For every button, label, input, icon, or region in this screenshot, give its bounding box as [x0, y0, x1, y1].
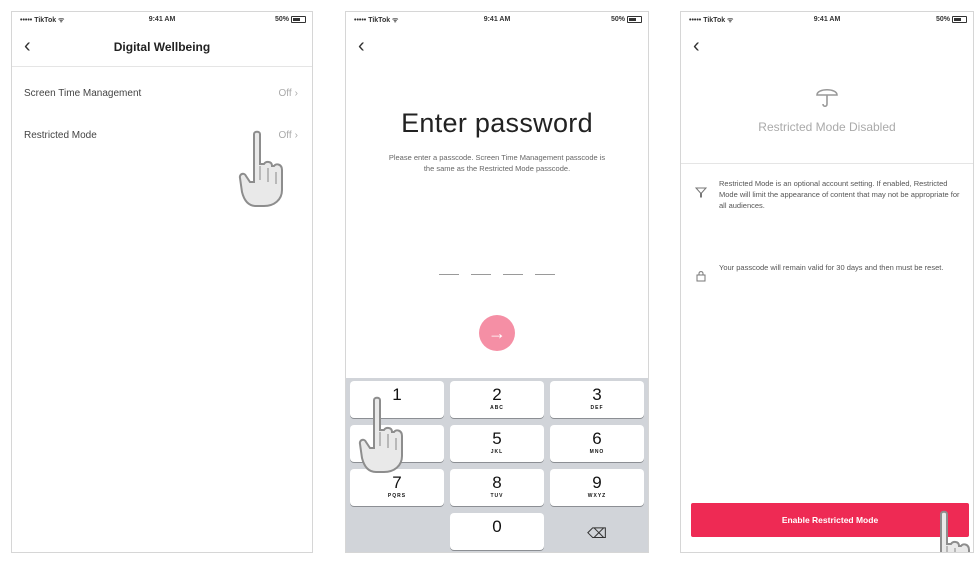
backspace-icon: ⌫ — [587, 525, 607, 541]
row-value: Off › — [278, 88, 299, 99]
passcode-digit-slot — [535, 274, 555, 275]
battery-indicator: 50% — [936, 16, 967, 23]
restricted-mode-status: Restricted Mode Disabled — [758, 120, 896, 134]
restricted-mode-screen: ••••• TikTok ᯤ 9:41 AM 50% ‹ Restricted … — [680, 11, 974, 553]
password-description: Please enter a passcode. Screen Time Man… — [388, 153, 606, 173]
battery-percent: 50% — [610, 16, 625, 23]
pointing-hand-icon — [940, 510, 970, 552]
key-8[interactable]: 8 TUV — [450, 469, 544, 506]
back-button[interactable]: ‹ — [693, 36, 713, 56]
battery-indicator: 50% — [611, 16, 642, 23]
passcode-digit-slot — [471, 274, 491, 275]
battery-percent: 50% — [935, 16, 950, 23]
key-5[interactable]: 5 JKL — [450, 425, 544, 462]
arrow-right-icon: → — [488, 323, 506, 343]
umbrella-icon — [681, 84, 973, 115]
status-time: 9:41 AM — [813, 16, 841, 23]
status-time: 9:41 AM — [148, 16, 176, 23]
battery-indicator: 50% — [275, 16, 306, 23]
battery-icon — [627, 16, 642, 23]
status-bar: ••••• TikTok ᯤ 9:41 AM 50% — [346, 12, 648, 30]
info-text: Restricted Mode is an optional account s… — [719, 179, 960, 210]
passcode-field[interactable] — [346, 274, 648, 275]
key-6[interactable]: 6 MNO — [550, 425, 644, 462]
status-time: 9:41 AM — [483, 16, 511, 23]
chevron-right-icon: › — [294, 88, 298, 99]
battery-icon — [952, 16, 967, 23]
info-row: Your passcode will remain valid for 30 d… — [695, 262, 967, 288]
pointing-hand-icon — [238, 130, 283, 207]
page-title: Enter password — [401, 108, 593, 138]
status-bar: ••••• TikTok ᯤ 9:41 AM 50% — [12, 12, 312, 30]
battery-icon — [291, 16, 306, 23]
key-2[interactable]: 2 ABC — [450, 381, 544, 418]
key-7[interactable]: 7 PQRS — [350, 469, 444, 506]
row-label: Screen Time Management — [24, 88, 142, 99]
info-text: Your passcode will remain valid for 30 d… — [719, 263, 944, 272]
key-9[interactable]: 9 WXYZ — [550, 469, 644, 506]
submit-arrow-button[interactable]: → — [479, 315, 515, 351]
divider — [681, 163, 973, 164]
key-3[interactable]: 3 DEF — [550, 381, 644, 418]
passcode-digit-slot — [439, 274, 459, 275]
digital-wellbeing-screen: ••••• TikTok ᯤ 9:41 AM 50% ‹ Digital Wel… — [11, 11, 313, 553]
battery-percent: 50% — [274, 16, 289, 23]
delete-key[interactable]: ⌫ — [550, 513, 644, 550]
divider — [12, 66, 312, 67]
screen-time-management-row[interactable]: Screen Time Management Off › — [12, 74, 312, 114]
filter-icon — [695, 187, 707, 198]
key-0[interactable]: 0 — [450, 513, 544, 550]
chevron-right-icon: › — [294, 130, 298, 141]
passcode-digit-slot — [503, 274, 523, 275]
back-button[interactable]: ‹ — [358, 36, 378, 56]
enter-password-screen: ••••• TikTok ᯤ 9:41 AM 50% ‹ Enter passw… — [345, 11, 649, 553]
row-label: Restricted Mode — [24, 130, 97, 141]
info-row: Restricted Mode is an optional account s… — [695, 178, 967, 226]
lock-icon — [696, 271, 706, 282]
keypad-blank — [350, 513, 444, 550]
status-bar: ••••• TikTok ᯤ 9:41 AM 50% — [681, 12, 973, 30]
pointing-hand-icon — [358, 396, 403, 473]
page-title: Digital Wellbeing — [113, 40, 211, 54]
